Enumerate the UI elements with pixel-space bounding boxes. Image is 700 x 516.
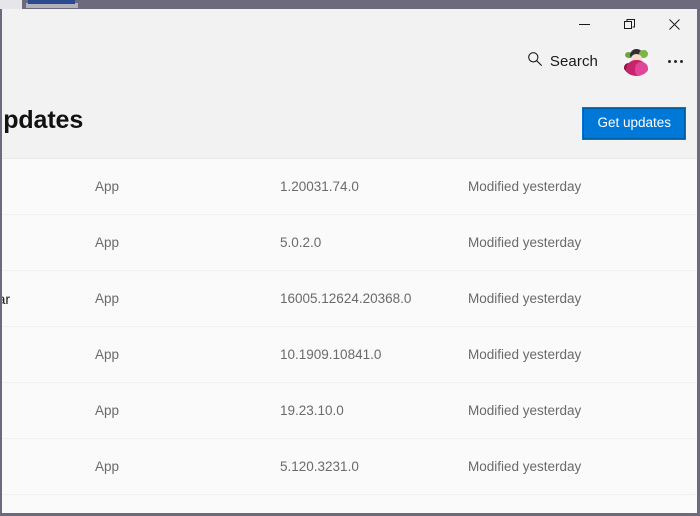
row-app-name: ple [2,347,95,363]
store-app-window: Search d updates Get updates [2,9,697,513]
page-header: d updates Get updates [2,82,697,158]
row-type: App [95,291,120,306]
minimize-button[interactable] [562,9,607,40]
row-status: Modified yesterday [468,235,582,250]
table-row[interactable]: App 19.23.10.0 Modified yesterday [2,383,697,439]
ellipsis-icon [673,59,677,63]
row-type: App [95,403,120,418]
close-button[interactable] [652,9,697,40]
row-status: Modified yesterday [468,347,582,362]
page-title: d updates [2,106,84,134]
ellipsis-icon [679,59,683,63]
row-app-name: ndar [2,290,11,307]
screenshot-root: Search d updates Get updates [0,0,700,516]
row-status: Modified yesterday [468,179,582,194]
row-type: App [95,459,120,474]
row-type: App [95,347,120,362]
search-icon [527,51,543,72]
background-tab-accent [28,0,75,4]
table-row[interactable]: App 1.20031.74.0 Modified yesterday [2,159,697,215]
list-tail [2,495,697,513]
search-button[interactable]: Search [517,45,608,78]
row-version: 5.0.2.0 [280,235,322,250]
restore-button[interactable] [607,9,652,40]
row-status: Modified yesterday [468,291,582,306]
search-label: Search [549,52,598,70]
title-bar [2,9,697,40]
minimize-icon [579,19,590,30]
row-version: 16005.12624.20368.0 [280,291,412,306]
row-app-name: ar [2,459,95,475]
close-icon [669,19,680,30]
window-chrome-strip [0,0,700,9]
row-status: Modified yesterday [468,459,582,474]
row-version: 10.1909.10841.0 [280,347,382,362]
row-type: App [95,235,120,250]
table-row[interactable]: App 5.0.2.0 Modified yesterday [2,215,697,271]
chrome-left-edge [0,0,22,9]
table-row[interactable]: ple App 10.1909.10841.0 Modified yesterd… [2,327,697,383]
updates-list: App 1.20031.74.0 Modified yesterday App … [2,158,697,513]
get-updates-button[interactable]: Get updates [582,107,686,140]
table-row[interactable]: ar App 5.120.3231.0 Modified yesterday [2,439,697,495]
avatar[interactable] [622,46,651,76]
more-button[interactable] [657,45,693,77]
row-version: 19.23.10.0 [280,403,344,418]
table-row[interactable]: ndar App 16005.12624.20368.0 Modified ye… [2,271,697,327]
ellipsis-icon [667,59,671,63]
restore-icon [624,19,635,30]
avatar-art [635,61,648,76]
row-type: App [95,179,120,194]
row-version: 1.20031.74.0 [280,179,359,194]
command-bar: Search [2,40,697,82]
row-version: 5.120.3231.0 [280,459,359,474]
window-controls [562,9,697,40]
row-status: Modified yesterday [468,403,582,418]
